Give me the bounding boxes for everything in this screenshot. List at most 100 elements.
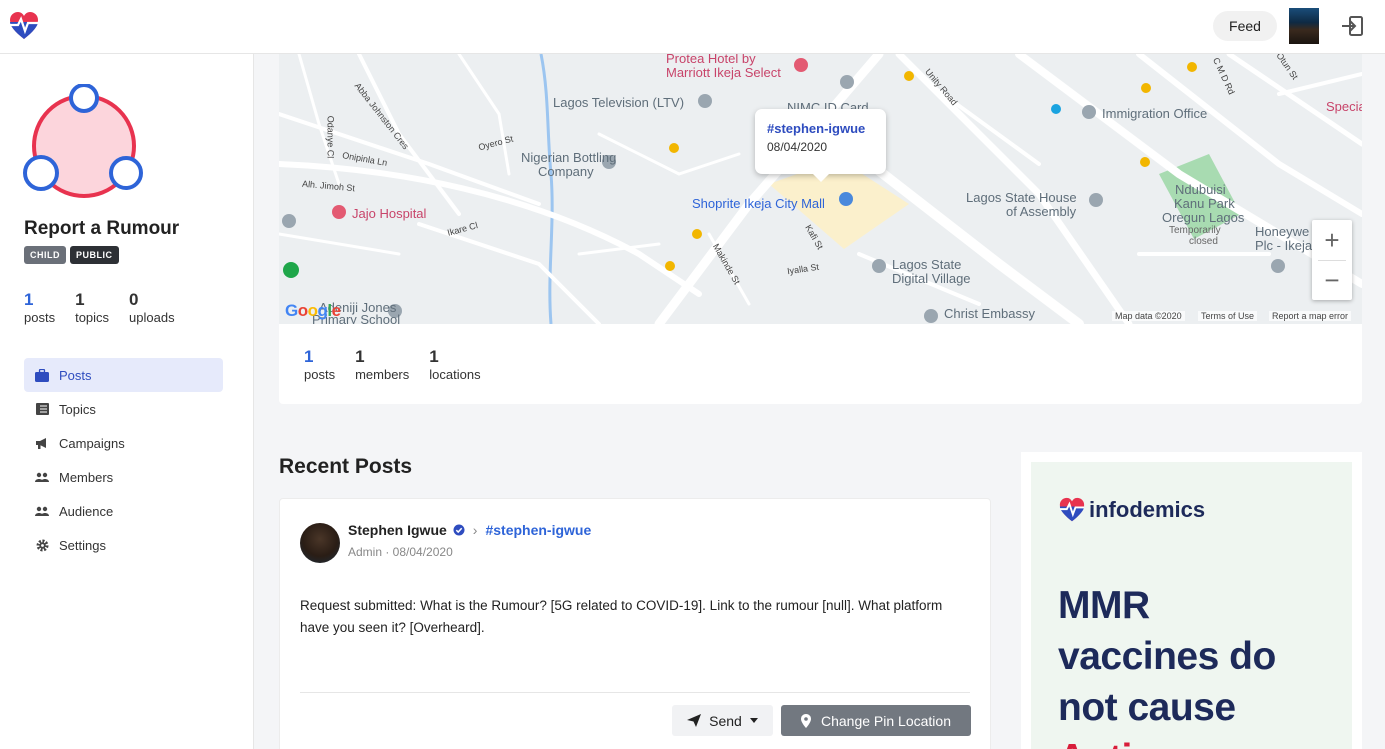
gear-icon [35,538,49,552]
map-label: of Assembly [1006,204,1077,219]
divider [300,692,970,693]
ad-brand-name: infodemics [1089,497,1206,522]
map-label: Lagos State [892,257,962,272]
stat-value: 1 [355,347,365,366]
map-card: Protea Hotel by Marriott Ikeja Select La… [279,54,1362,404]
recent-posts-title: Recent Posts [279,455,413,478]
ad-headline: MMR vaccines do not cause Autism [1058,580,1348,749]
sidebar-item-members[interactable]: Members [24,460,223,494]
change-pin-location-button[interactable]: Change Pin Location [781,705,971,736]
users-icon [35,470,49,484]
list-icon [35,402,49,416]
stat-label: posts [24,310,56,325]
sidebar-item-label: Audience [59,503,114,519]
group-stats: 1 posts 1 topics 0 uploads [24,290,175,326]
map-label: Marriott Ikeja Select [666,65,781,80]
map-popup[interactable]: #stephen-igwue 08/04/2020 [755,109,886,182]
sidebar-item-posts[interactable]: Posts [24,358,223,392]
map-label: Shoprite Ikeja City Mall [692,196,825,211]
map-stats: 1 posts 1 members 1 locations [304,347,481,383]
map-label: Oregun Lagos [1162,210,1245,225]
ad-line: MMR [1058,584,1150,627]
stat-label: topics [75,310,110,325]
infodemics-ad[interactable]: infodemics MMR vaccines do not cause Aut… [1031,462,1352,749]
sidebar-item-campaigns[interactable]: Campaigns [24,426,223,460]
verified-badge-icon [453,524,465,536]
stat-value: 1 [429,347,439,366]
user-avatar[interactable] [1289,8,1319,44]
sidebar-item-label: Posts [59,367,92,383]
map-label: Immigration Office [1102,106,1208,121]
terms-of-use-link[interactable]: Terms of Use [1198,311,1258,321]
stat-posts[interactable]: 1 posts [24,290,55,326]
popup-hashtag[interactable]: #stephen-igwue [767,121,874,136]
sidebar-item-label: Campaigns [59,435,125,451]
zoom-out-button[interactable]: − [1312,260,1352,300]
stat-value: 1 [75,290,85,309]
map-data-attribution: Map data ©2020 [1112,311,1185,321]
group-badges: CHILD PUBLIC [24,246,119,264]
map-view[interactable]: Protea Hotel by Marriott Ikeja Select La… [279,54,1362,324]
ad-line: not cause [1058,686,1236,729]
map-label: Specia [1326,99,1362,114]
map-label: Plc - Ikeja [1255,238,1313,253]
sidebar-item-settings[interactable]: Settings [24,528,223,562]
megaphone-icon [35,436,49,450]
heartbeat-logo-icon [1059,497,1085,522]
send-label: Send [709,712,742,729]
sidebar-item-audience[interactable]: Audience [24,494,223,528]
author-name[interactable]: Stephen Igwue [348,522,447,538]
map-label: Jajo Hospital [352,206,427,221]
author-avatar[interactable] [300,523,340,563]
paper-plane-icon [687,714,702,727]
sidebar: Report a Rumour CHILD PUBLIC 1 posts 1 t… [0,54,254,749]
users-icon [35,504,49,518]
sidebar-nav: Posts Topics Campaigns Members Audience … [24,358,223,562]
map-road-label: Odanye Cl [325,115,336,159]
group-title: Report a Rumour [24,218,180,239]
popup-date: 08/04/2020 [767,140,828,154]
post-hashtag[interactable]: #stephen-igwue [485,522,591,538]
map-label: Honeywe [1255,224,1310,239]
ad-line: Autism [1058,733,1348,749]
send-button[interactable]: Send [672,705,773,736]
map-label: Christ Embassy [944,306,1036,321]
stat-topics[interactable]: 1 topics [75,290,109,326]
stat-posts[interactable]: 1 posts [304,347,335,383]
briefcase-icon [35,368,49,382]
report-map-error-link[interactable]: Report a map error [1269,311,1352,321]
sidebar-item-label: Members [59,469,114,485]
map-label: Ndubuisi [1175,182,1226,197]
zoom-in-button[interactable]: + [1312,220,1352,260]
sidebar-item-label: Settings [59,537,106,553]
map-label: Lagos Television (LTV) [553,95,685,110]
post-card: Stephen Igwue › #stephen-igwue Admin · 0… [279,498,991,749]
badge-public: PUBLIC [70,246,119,264]
stat-members[interactable]: 1 members [355,347,409,383]
map-pin-icon [801,713,811,728]
ad-line: vaccines do [1058,635,1276,678]
stat-label: locations [429,367,481,382]
stat-uploads[interactable]: 0 uploads [129,290,175,326]
heartbeat-logo-icon[interactable] [9,10,39,42]
map-label: closed [1189,236,1218,247]
badge-child: CHILD [24,246,66,264]
logout-icon[interactable] [1341,16,1363,36]
caret-down-icon [749,718,758,723]
sidebar-item-label: Topics [59,401,96,417]
post-author-line: Stephen Igwue › #stephen-igwue [348,522,591,538]
map-label: Digital Village [892,271,971,286]
feed-button[interactable]: Feed [1213,11,1277,41]
stat-value: 0 [129,290,139,309]
post-meta: Admin · 08/04/2020 [348,545,453,559]
stat-locations[interactable]: 1 locations [429,347,480,383]
map-label: Nigerian Bottling [521,150,617,165]
map-label: Lagos State House [966,190,1077,205]
sidebar-item-topics[interactable]: Topics [24,392,223,426]
stat-label: posts [304,367,336,382]
google-logo: Google [285,301,341,320]
chevron-right-icon: › [472,522,478,538]
stat-value: 1 [304,347,314,366]
group-logo-icon [23,84,143,198]
map-label: Kanu Park [1174,196,1235,211]
